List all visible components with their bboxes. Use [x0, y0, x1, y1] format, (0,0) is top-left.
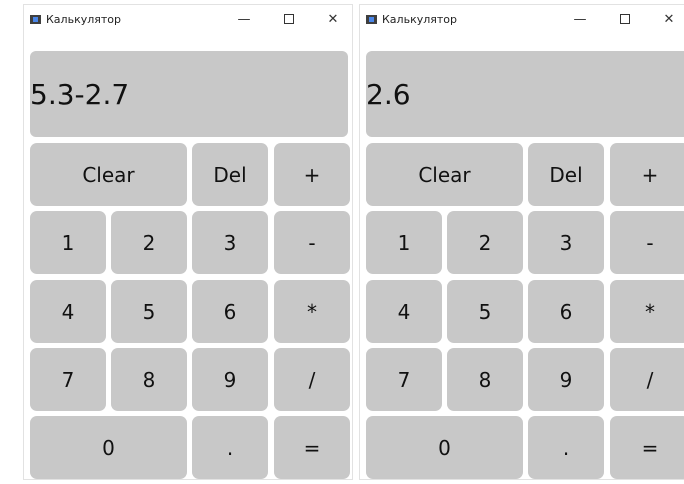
- clear-button[interactable]: Clear: [366, 143, 523, 206]
- digit-1-button[interactable]: 1: [30, 211, 106, 274]
- delete-button[interactable]: Del: [528, 143, 604, 206]
- title-bar[interactable]: Калькулятор — ✕: [24, 5, 352, 35]
- minus-button[interactable]: -: [610, 211, 684, 274]
- digit-7-button[interactable]: 7: [366, 348, 442, 411]
- window-title: Калькулятор: [46, 13, 121, 26]
- digit-8-button[interactable]: 8: [111, 348, 187, 411]
- title-bar[interactable]: Калькулятор — ✕: [360, 5, 684, 35]
- digit-9-button[interactable]: 9: [192, 348, 268, 411]
- clear-button[interactable]: Clear: [30, 143, 187, 206]
- multiply-button[interactable]: *: [610, 280, 684, 343]
- digit-6-button[interactable]: 6: [528, 280, 604, 343]
- minimize-button[interactable]: —: [229, 9, 259, 31]
- digit-5-button[interactable]: 5: [111, 280, 187, 343]
- digit-0-button[interactable]: 0: [366, 416, 523, 479]
- digit-4-button[interactable]: 4: [366, 280, 442, 343]
- equals-button[interactable]: =: [610, 416, 684, 479]
- display-field: 5.3-2.7: [30, 51, 348, 137]
- minus-button[interactable]: -: [274, 211, 350, 274]
- maximize-icon: [620, 13, 630, 24]
- maximize-icon: [284, 13, 294, 24]
- delete-button[interactable]: Del: [192, 143, 268, 206]
- digit-9-button[interactable]: 9: [528, 348, 604, 411]
- digit-4-button[interactable]: 4: [30, 280, 106, 343]
- digit-7-button[interactable]: 7: [30, 348, 106, 411]
- digit-6-button[interactable]: 6: [192, 280, 268, 343]
- multiply-button[interactable]: *: [274, 280, 350, 343]
- digit-3-button[interactable]: 3: [192, 211, 268, 274]
- calculator-window-left: Калькулятор — ✕ 5.3-2.7 Clear Del + 1 2 …: [23, 4, 353, 480]
- divide-button[interactable]: /: [610, 348, 684, 411]
- minimize-button[interactable]: —: [565, 9, 595, 31]
- plus-button[interactable]: +: [274, 143, 350, 206]
- close-button[interactable]: ✕: [318, 9, 348, 31]
- calculator-window-right: Калькулятор — ✕ 2.6 Clear Del + 1 2 3 - …: [359, 4, 684, 480]
- plus-button[interactable]: +: [610, 143, 684, 206]
- equals-button[interactable]: =: [274, 416, 350, 479]
- digit-3-button[interactable]: 3: [528, 211, 604, 274]
- digit-2-button[interactable]: 2: [447, 211, 523, 274]
- calculator-app-icon: [366, 15, 377, 24]
- digit-2-button[interactable]: 2: [111, 211, 187, 274]
- close-button[interactable]: ✕: [654, 9, 684, 31]
- divide-button[interactable]: /: [274, 348, 350, 411]
- decimal-point-button[interactable]: .: [528, 416, 604, 479]
- window-title: Калькулятор: [382, 13, 457, 26]
- decimal-point-button[interactable]: .: [192, 416, 268, 479]
- maximize-button[interactable]: [610, 9, 640, 31]
- digit-5-button[interactable]: 5: [447, 280, 523, 343]
- maximize-button[interactable]: [274, 9, 304, 31]
- digit-8-button[interactable]: 8: [447, 348, 523, 411]
- digit-0-button[interactable]: 0: [30, 416, 187, 479]
- display-field: 2.6: [366, 51, 684, 137]
- calculator-app-icon: [30, 15, 41, 24]
- digit-1-button[interactable]: 1: [366, 211, 442, 274]
